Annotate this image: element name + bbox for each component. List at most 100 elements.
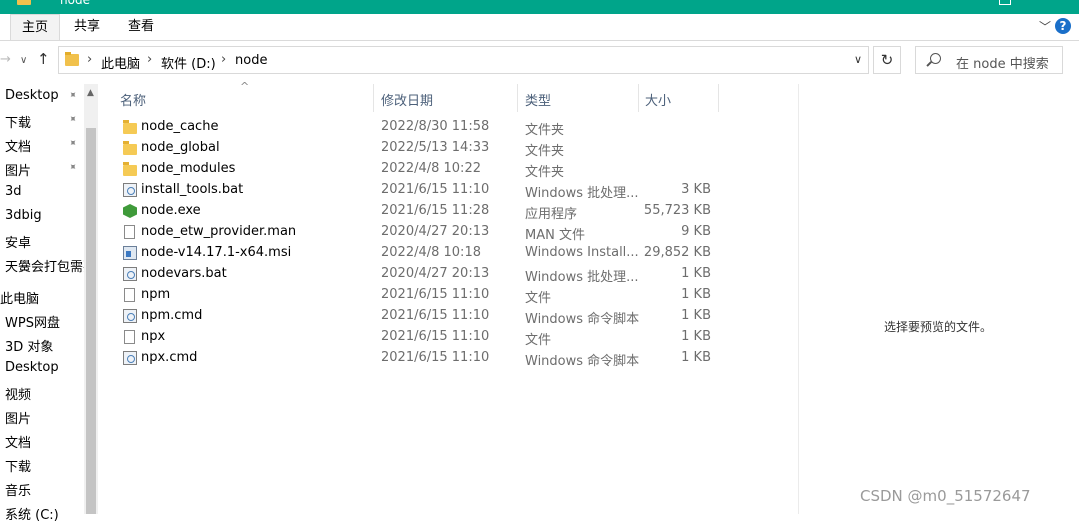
up-button[interactable]: ↑ [37, 50, 50, 68]
pin-icon: ✦ [65, 112, 80, 127]
file-date: 2021/6/15 11:10 [381, 287, 490, 302]
tab-share[interactable]: 共享 [60, 14, 114, 39]
list-item[interactable]: npm.cmd 2021/6/15 11:10 Windows 命令脚本 1 K… [110, 306, 720, 327]
tab-home[interactable]: 主页 [10, 14, 60, 40]
column-divider[interactable] [638, 84, 639, 112]
file-type: MAN 文件 [525, 228, 585, 243]
breadcrumb-separator[interactable]: › [87, 52, 92, 67]
file-name: node_etw_provider.man [141, 224, 297, 239]
file-name: node-v14.17.1-x64.msi [141, 245, 292, 260]
maximize-icon[interactable] [999, 0, 1011, 5]
file-type: 文件夹 [525, 123, 565, 138]
file-type: 文件夹 [525, 144, 565, 159]
list-item[interactable]: node_etw_provider.man 2020/4/27 20:13 MA… [110, 222, 720, 243]
file-name: node.exe [141, 203, 201, 218]
folder-icon [123, 120, 137, 134]
list-item[interactable]: node.exe 2021/6/15 11:28 应用程序 55,723 KB [110, 201, 720, 222]
sidebar-item-3d-objects[interactable]: 3D 对象 [5, 336, 53, 355]
list-item[interactable]: npx.cmd 2021/6/15 11:10 Windows 命令脚本 1 K… [110, 348, 720, 369]
column-divider[interactable] [718, 84, 719, 112]
sidebar-item-desktop-pc[interactable]: Desktop [5, 360, 59, 375]
list-item[interactable]: node_global 2022/5/13 14:33 文件夹 [110, 138, 720, 159]
file-size: 3 KB [681, 182, 711, 197]
refresh-button[interactable]: ↻ [873, 46, 901, 74]
address-bar[interactable]: › 此电脑 › 软件 (D:) › node ∨ [58, 46, 869, 74]
file-type: 文件 [525, 333, 552, 348]
scrollbar-thumb[interactable] [86, 128, 96, 514]
expand-ribbon-icon[interactable]: ﹀ [1039, 18, 1051, 35]
list-item[interactable]: install_tools.bat 2021/6/15 11:10 Window… [110, 180, 720, 201]
column-divider[interactable] [517, 84, 518, 112]
recent-locations-button[interactable]: ∨ [20, 55, 27, 66]
chevron-down-icon[interactable]: ∨ [854, 53, 862, 66]
scroll-up-icon[interactable]: ▲ [87, 88, 94, 98]
file-icon [124, 288, 135, 302]
breadcrumb-this-pc[interactable]: 此电脑 [101, 53, 140, 72]
sidebar-item-packaging[interactable]: 天黌会打包需要 [5, 256, 96, 275]
preview-pane-divider[interactable] [798, 84, 799, 514]
breadcrumb-drive-d[interactable]: 软件 (D:) [161, 53, 216, 72]
breadcrumb-separator[interactable]: › [147, 52, 152, 67]
list-item[interactable]: npm 2021/6/15 11:10 文件 1 KB [110, 285, 720, 306]
column-divider[interactable] [373, 84, 374, 112]
file-date: 2022/4/8 10:22 [381, 161, 481, 176]
sidebar-item-downloads[interactable]: 下载 [5, 112, 31, 131]
file-size: 1 KB [681, 287, 711, 302]
file-name: node_global [141, 140, 220, 155]
sidebar-item-android[interactable]: 安卓 [5, 232, 31, 251]
list-item[interactable]: npx 2021/6/15 11:10 文件 1 KB [110, 327, 720, 348]
sidebar-item-pictures-pc[interactable]: 图片 [5, 408, 31, 427]
sidebar-item-wps-drive[interactable]: WPS网盘 [5, 312, 60, 331]
breadcrumb-separator[interactable]: › [221, 52, 226, 67]
ribbon: 主页 共享 查看 ﹀ ? [0, 14, 1079, 41]
list-item[interactable]: nodevars.bat 2020/4/27 20:13 Windows 批处理… [110, 264, 720, 285]
sidebar-item-documents[interactable]: 文档 [5, 136, 31, 155]
batch-file-icon [123, 351, 137, 365]
tab-view[interactable]: 查看 [115, 14, 167, 39]
search-placeholder: 在 node 中搜索 [956, 57, 1049, 72]
list-item[interactable]: node_cache 2022/8/30 11:58 文件夹 [110, 117, 720, 138]
navigation-scrollbar[interactable]: ▲ [84, 84, 98, 514]
file-date: 2020/4/27 20:13 [381, 266, 490, 281]
column-header-type[interactable]: 类型 [525, 90, 551, 109]
search-input[interactable]: 在 node 中搜索 [915, 46, 1063, 74]
batch-file-icon [123, 309, 137, 323]
sidebar-item-3d[interactable]: 3d [5, 184, 22, 199]
file-name: npx.cmd [141, 350, 198, 365]
file-type: Windows 批处理... [525, 270, 639, 285]
help-icon[interactable]: ? [1055, 18, 1071, 34]
list-item[interactable]: node_modules 2022/4/8 10:22 文件夹 [110, 159, 720, 180]
file-name: npm.cmd [141, 308, 203, 323]
file-size: 55,723 KB [643, 203, 711, 218]
sidebar-item-documents-pc[interactable]: 文档 [5, 432, 31, 451]
forward-button[interactable]: → [0, 52, 11, 67]
file-type: Windows 命令脚本 [525, 354, 640, 369]
folder-icon [123, 162, 137, 176]
sidebar-item-desktop[interactable]: Desktop [5, 88, 59, 103]
file-name: npm [141, 287, 171, 302]
sidebar-item-this-pc[interactable]: 此电脑 [0, 288, 39, 307]
file-date: 2021/6/15 11:10 [381, 350, 490, 365]
folder-icon [65, 52, 79, 66]
column-header-name[interactable]: 名称 [120, 90, 146, 109]
file-name: npx [141, 329, 166, 344]
breadcrumb-node[interactable]: node [235, 53, 267, 68]
file-icon [124, 225, 135, 239]
file-date: 2021/6/15 11:10 [381, 329, 490, 344]
batch-file-icon [123, 267, 137, 281]
file-date: 2022/8/30 11:58 [381, 119, 490, 134]
sidebar-item-videos[interactable]: 视频 [5, 384, 31, 403]
sidebar-item-3dbig[interactable]: 3dbig [5, 208, 42, 223]
file-type: Windows 命令脚本 [525, 312, 640, 327]
sidebar-item-music[interactable]: 音乐 [5, 480, 31, 499]
column-header-date[interactable]: 修改日期 [381, 90, 433, 109]
sidebar-item-downloads-pc[interactable]: 下载 [5, 456, 31, 475]
search-icon [930, 53, 941, 64]
file-type: 文件夹 [525, 165, 565, 180]
folder-icon [17, 0, 31, 5]
list-item[interactable]: node-v14.17.1-x64.msi 2022/4/8 10:18 Win… [110, 243, 720, 264]
column-header-size[interactable]: 大小 [645, 90, 671, 109]
sidebar-item-pictures[interactable]: 图片 [5, 160, 31, 179]
title-bar: node [0, 0, 1079, 14]
file-size: 9 KB [681, 224, 711, 239]
